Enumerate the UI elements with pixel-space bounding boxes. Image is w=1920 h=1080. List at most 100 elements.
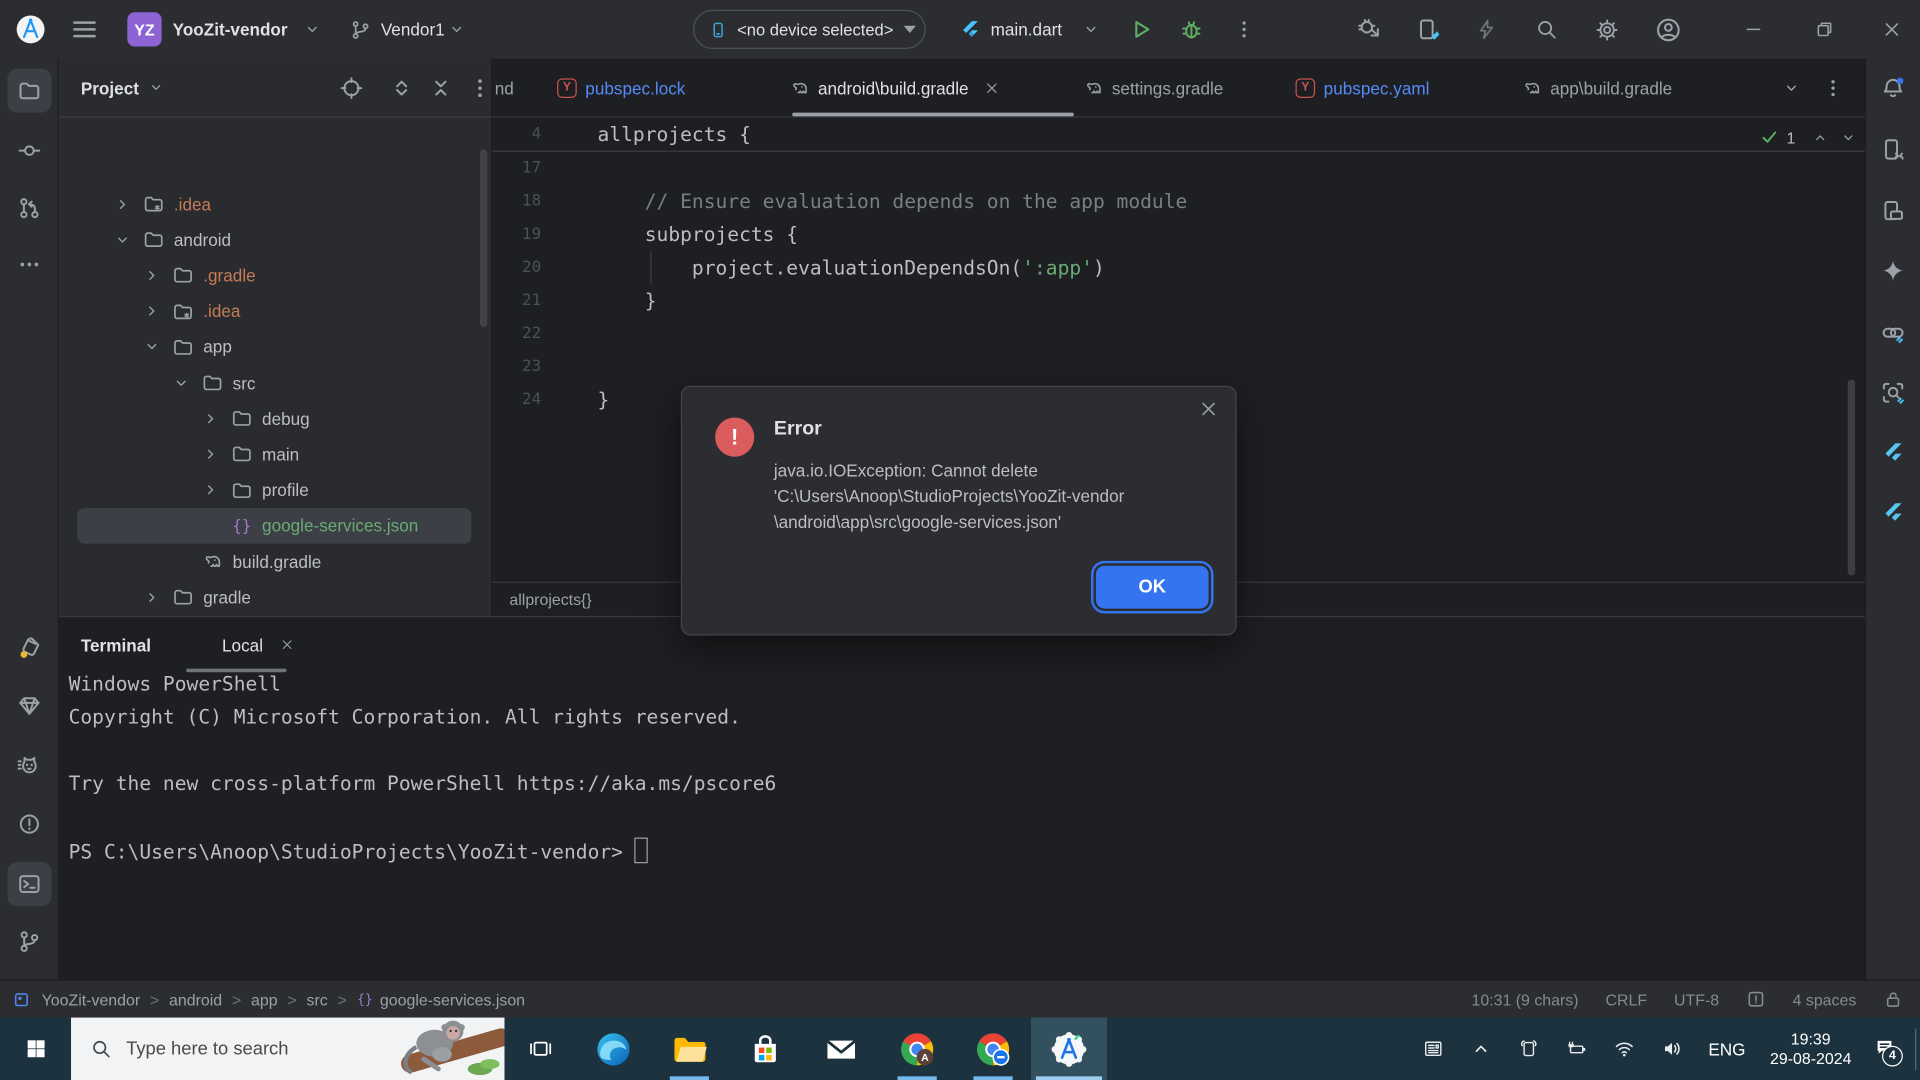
code-preview-tool-icon[interactable]	[1881, 381, 1905, 405]
editor-tab[interactable]: android\build.gradle	[790, 59, 999, 117]
terminal-tab-local[interactable]: Local	[222, 635, 294, 655]
tree-row[interactable]: .idea	[59, 186, 491, 222]
taskbar-app-android-studio[interactable]	[1031, 1018, 1107, 1080]
vcs-branch-icon[interactable]	[350, 0, 371, 59]
window-close-button[interactable]	[1864, 0, 1920, 59]
inspection-widget[interactable]: 1	[1760, 127, 1857, 147]
taskbar-app-file-explorer[interactable]	[651, 1018, 727, 1080]
inspection-widget-icon[interactable]	[1746, 989, 1766, 1009]
tree-row[interactable]: .idea	[59, 293, 491, 329]
app-quality-insights-tool-icon[interactable]	[17, 753, 41, 777]
problems-tool-icon[interactable]	[17, 812, 41, 836]
running-devices-tool-icon[interactable]	[1881, 198, 1905, 222]
project-chevron-icon[interactable]	[304, 0, 321, 59]
taskbar-app-chrome-blocked[interactable]	[955, 1018, 1031, 1080]
collapse-all-button[interactable]	[429, 75, 453, 99]
gemini-tool-icon[interactable]	[1881, 258, 1905, 282]
project-view-chevron-icon[interactable]	[149, 80, 165, 96]
device-mirror-button[interactable]	[1416, 0, 1440, 59]
flutter-b-tool-icon[interactable]	[1881, 501, 1905, 525]
editor-tab[interactable]: app\build.gradle	[1522, 59, 1672, 117]
line-ending[interactable]: CRLF	[1605, 990, 1647, 1008]
select-opened-file-button[interactable]	[339, 75, 363, 99]
editor-tab[interactable]: Ypubspec.yaml	[1296, 59, 1430, 117]
tree-expand-icon[interactable]	[202, 446, 219, 463]
status-breadcrumb[interactable]: YooZit-vendor>android>app>src>{}google-s…	[42, 990, 525, 1008]
search-input[interactable]	[124, 1037, 349, 1060]
editor-tab[interactable]: Ypubspec.lock	[557, 59, 685, 117]
show-desktop-divider[interactable]	[1915, 1028, 1916, 1070]
ok-button[interactable]: OK	[1096, 566, 1209, 609]
tab-options-icon[interactable]	[1822, 77, 1844, 99]
run-config-chevron-icon[interactable]	[1082, 0, 1099, 59]
more-tool-icon[interactable]	[17, 252, 41, 276]
editor-breadcrumb[interactable]: allprojects{}	[509, 590, 591, 608]
main-menu-button[interactable]	[71, 0, 98, 59]
tab-close-icon[interactable]	[984, 80, 999, 95]
account-avatar-button[interactable]	[1656, 0, 1682, 59]
next-problem-icon[interactable]	[1841, 129, 1857, 145]
taskbar-app-store[interactable]	[727, 1018, 803, 1080]
debug-button[interactable]	[1179, 0, 1203, 59]
expand-all-button[interactable]	[389, 75, 413, 99]
editor-tab[interactable]: nd	[495, 59, 514, 117]
dart-analysis-tool-icon[interactable]	[17, 636, 41, 660]
dialog-close-icon[interactable]	[1199, 399, 1219, 419]
tree-row[interactable]: debug	[59, 401, 491, 437]
editor-tab[interactable]: settings.gradle	[1084, 59, 1224, 117]
caret-position[interactable]: 10:31 (9 chars)	[1471, 990, 1578, 1008]
code-line[interactable]: 22	[492, 317, 1865, 350]
tree-expand-icon[interactable]	[143, 303, 160, 320]
breadcrumb-item[interactable]: android	[169, 990, 222, 1008]
notification-center-button[interactable]: 4	[1873, 1036, 1895, 1062]
start-button[interactable]	[0, 1018, 71, 1080]
attach-debugger-button[interactable]	[1357, 0, 1381, 59]
taskbar-app-edge[interactable]	[576, 1018, 652, 1080]
terminal-title[interactable]: Terminal	[81, 635, 151, 655]
terminal-tool-icon[interactable]	[17, 872, 41, 896]
flutter-attach-tool-icon[interactable]	[1881, 321, 1905, 345]
tree-row[interactable]: .gradle	[59, 258, 491, 294]
language-indicator[interactable]: ENG	[1708, 1039, 1745, 1059]
tree-expand-icon[interactable]	[114, 195, 131, 212]
tree-row[interactable]: app	[59, 329, 491, 365]
taskbar-app-mail[interactable]	[803, 1018, 879, 1080]
tree-expand-icon[interactable]	[143, 267, 160, 284]
window-minimize-button[interactable]	[1724, 0, 1783, 59]
tray-chevron-up-icon[interactable]	[1471, 1038, 1492, 1059]
tree-expand-icon[interactable]	[143, 589, 160, 606]
device-manager-tool-icon[interactable]	[1881, 137, 1905, 161]
unlock-icon[interactable]	[1883, 989, 1903, 1009]
tree-row[interactable]: gradle	[59, 579, 491, 615]
branch-name[interactable]: Vendor1	[381, 0, 445, 59]
terminal-tab-close-icon[interactable]	[280, 638, 293, 651]
tree-expand-icon[interactable]	[202, 481, 219, 498]
taskbar-clock[interactable]: 19:39 29-08-2024	[1770, 1029, 1851, 1068]
taskbar-search[interactable]	[71, 1018, 504, 1080]
tray-volume-icon[interactable]	[1662, 1038, 1683, 1059]
search-everywhere-button[interactable]	[1536, 0, 1558, 59]
pull-requests-tool-icon[interactable]	[17, 196, 41, 220]
panel-options-button[interactable]	[468, 75, 492, 99]
tray-wifi-icon[interactable]	[1614, 1038, 1635, 1059]
tree-row[interactable]: src	[59, 365, 491, 401]
task-view-button[interactable]	[504, 1018, 575, 1080]
version-control-tool-icon[interactable]	[17, 929, 41, 953]
flutter-a-tool-icon[interactable]	[1881, 441, 1905, 465]
run-button[interactable]	[1129, 0, 1153, 59]
notifications-tool-icon[interactable]	[1881, 76, 1905, 100]
project-badge[interactable]: YZ	[127, 0, 161, 59]
tray-battery-icon[interactable]	[1566, 1038, 1587, 1059]
tree-collapse-icon[interactable]	[114, 231, 131, 248]
run-config-selector[interactable]: main.dart	[991, 0, 1062, 59]
settings-gear-button[interactable]	[1596, 0, 1619, 59]
taskbar-app-chrome-profile[interactable]: A	[879, 1018, 955, 1080]
project-tool-icon[interactable]	[17, 78, 41, 102]
hot-reload-button[interactable]	[1476, 0, 1498, 59]
breadcrumb-item[interactable]: src	[307, 990, 328, 1008]
code-line[interactable]: 19 subprojects {	[492, 218, 1865, 251]
window-restore-button[interactable]	[1795, 0, 1854, 59]
tray-widgets-icon[interactable]	[1423, 1038, 1444, 1059]
code-line[interactable]: 17	[492, 152, 1865, 185]
tree-row[interactable]: android	[59, 222, 491, 258]
